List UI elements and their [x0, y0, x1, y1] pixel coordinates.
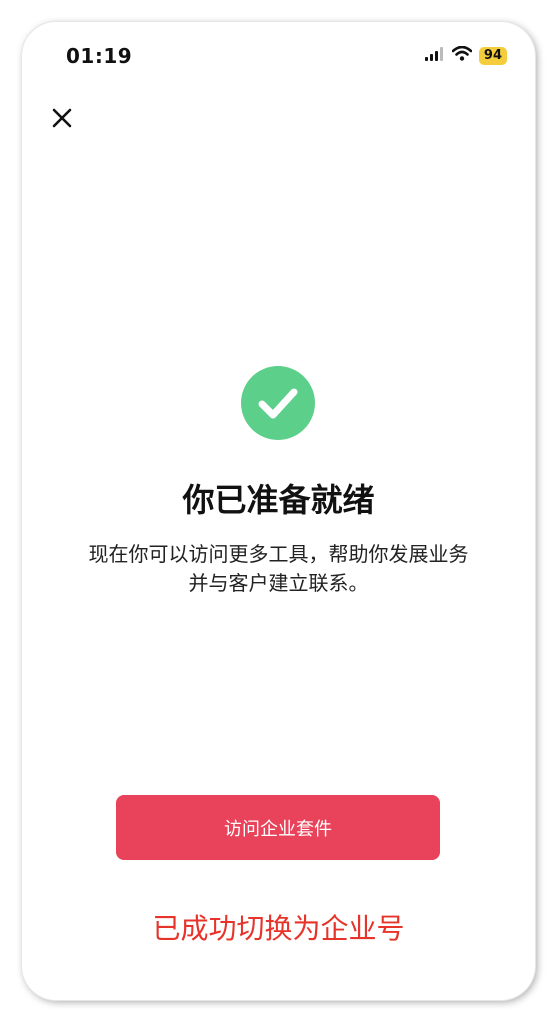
description-text: 现在你可以访问更多工具，帮助你发展业务 并与客户建立联系。: [52, 540, 505, 598]
status-bar: 01:19 94: [22, 22, 535, 92]
description-line-1: 现在你可以访问更多工具，帮助你发展业务: [88, 542, 469, 566]
close-icon: [52, 108, 72, 128]
screen-frame: 01:19 94 你已准备就绪 现在你可以访问更多工具，帮助你发展业务 并与客户…: [0, 0, 560, 1024]
annotation-caption: 已成功切换为企业号: [152, 912, 405, 945]
close-button[interactable]: [46, 102, 78, 134]
wifi-icon: [451, 45, 473, 65]
status-icons: 94: [424, 45, 507, 65]
page-title: 你已准备就绪: [182, 481, 375, 519]
check-circle-icon: [241, 366, 315, 440]
signal-icon: [424, 46, 445, 65]
description-line-2: 并与客户建立联系。: [188, 571, 369, 595]
visit-business-suite-button[interactable]: 访问企业套件: [116, 795, 440, 860]
phone-screen: 01:19 94 你已准备就绪 现在你可以访问更多工具，帮助你发展业务 并与客户…: [22, 22, 535, 1000]
battery-icon: 94: [478, 46, 507, 65]
status-time: 01:19: [66, 44, 133, 68]
